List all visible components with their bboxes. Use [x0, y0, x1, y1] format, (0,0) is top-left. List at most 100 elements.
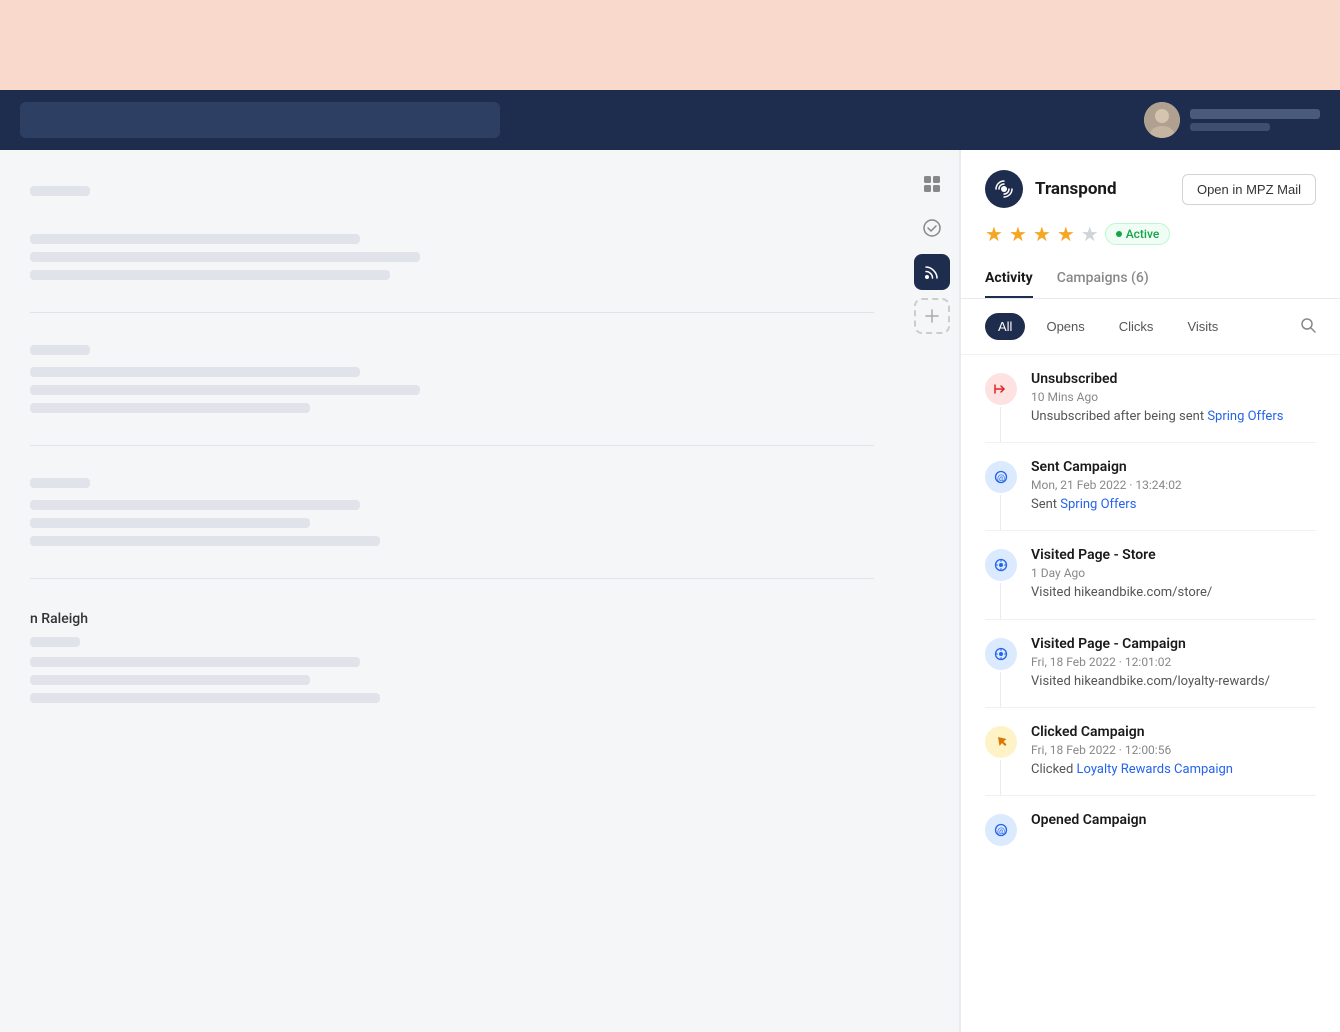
activity-time: 1 Day Ago: [1031, 566, 1316, 580]
activity-icon-wrap-sent: @: [985, 459, 1017, 514]
skeleton-line: [30, 500, 360, 510]
tabs-row: Activity Campaigns (6): [985, 260, 1316, 298]
contact-detail-panel: Transpond Open in MPZ Mail ★ ★ ★ ★ ★ Act…: [960, 150, 1340, 1032]
activity-title: Clicked Campaign: [1031, 724, 1316, 740]
activity-link-spring-offers-1[interactable]: Spring Offers: [1207, 409, 1283, 424]
star-4[interactable]: ★: [1057, 222, 1075, 246]
unsubscribe-icon: [985, 373, 1017, 405]
divider: [30, 578, 874, 579]
skeleton-line: [30, 234, 360, 244]
activity-item-visited-campaign: Visited Page - Campaign Fri, 18 Feb 2022…: [985, 620, 1316, 708]
sidebar-icon-add[interactable]: [914, 298, 950, 334]
activity-icon-wrap-visited-store: [985, 547, 1017, 602]
skeleton-line: [30, 345, 90, 355]
sidebar-icon-rss[interactable]: [914, 254, 950, 290]
status-badge: Active: [1105, 223, 1171, 245]
activity-content-visited-campaign: Visited Page - Campaign Fri, 18 Feb 2022…: [1031, 636, 1316, 691]
contact-name: Transpond: [1035, 179, 1117, 199]
skeleton-line: [30, 657, 360, 667]
open-icon: @: [985, 814, 1017, 846]
activity-icon-wrap-visited-campaign: [985, 636, 1017, 691]
visit-store-icon: [985, 549, 1017, 581]
activity-item-visited-store: Visited Page - Store 1 Day Ago Visited h…: [985, 531, 1316, 619]
sidebar-icon-check[interactable]: [914, 210, 950, 246]
activity-time: Mon, 21 Feb 2022 · 13:24:02: [1031, 478, 1316, 492]
skeleton-line: [30, 385, 420, 395]
skeleton-line: [30, 252, 420, 262]
activity-time: Fri, 18 Feb 2022 · 12:00:56: [1031, 743, 1316, 757]
activity-list: Unsubscribed 10 Mins Ago Unsubscribed af…: [961, 355, 1340, 1032]
status-dot: [1116, 231, 1122, 237]
contact-top-row: Transpond Open in MPZ Mail: [985, 170, 1316, 208]
activity-title: Visited Page - Store: [1031, 547, 1316, 563]
activity-link-spring-offers-2[interactable]: Spring Offers: [1060, 497, 1136, 512]
skeleton-line: [30, 186, 90, 196]
activity-time: Fri, 18 Feb 2022 · 12:01:02: [1031, 655, 1316, 669]
activity-item-clicked-campaign: Clicked Campaign Fri, 18 Feb 2022 · 12:0…: [985, 708, 1316, 796]
skeleton-group-2: [30, 335, 874, 423]
activity-desc: Visited hikeandbike.com/loyalty-rewards/: [1031, 673, 1316, 691]
activity-title: Visited Page - Campaign: [1031, 636, 1316, 652]
activity-content-clicked: Clicked Campaign Fri, 18 Feb 2022 · 12:0…: [1031, 724, 1316, 779]
skeleton-group-3: [30, 468, 874, 556]
filter-opens-button[interactable]: Opens: [1033, 313, 1097, 340]
activity-desc: Clicked Loyalty Rewards Campaign: [1031, 761, 1316, 779]
filter-visits-button[interactable]: Visits: [1174, 313, 1231, 340]
skeleton-section-1: [30, 170, 874, 212]
nav-search-bar[interactable]: [20, 102, 500, 138]
status-label: Active: [1126, 227, 1160, 241]
skeleton-line: [30, 693, 380, 703]
avatar[interactable]: [1144, 102, 1180, 138]
star-1[interactable]: ★: [985, 222, 1003, 246]
open-in-mpz-button[interactable]: Open in MPZ Mail: [1182, 174, 1316, 205]
skeleton-line: [30, 675, 310, 685]
divider: [30, 445, 874, 446]
timeline-line: [1000, 407, 1001, 442]
star-2[interactable]: ★: [1009, 222, 1027, 246]
activity-content-unsubscribed: Unsubscribed 10 Mins Ago Unsubscribed af…: [1031, 371, 1316, 426]
activity-content-sent: Sent Campaign Mon, 21 Feb 2022 · 13:24:0…: [1031, 459, 1316, 514]
user-info: [1190, 109, 1320, 131]
nav-user-area: [1144, 102, 1320, 138]
filter-clicks-button[interactable]: Clicks: [1106, 313, 1167, 340]
skeleton-line: [30, 478, 90, 488]
activity-icon-wrap-opened: @: [985, 812, 1017, 846]
activity-filters: All Opens Clicks Visits: [961, 299, 1340, 355]
contact-logo: [985, 170, 1023, 208]
send-icon: @: [985, 461, 1017, 493]
activity-link-loyalty-rewards[interactable]: Loyalty Rewards Campaign: [1077, 762, 1233, 777]
activity-item-opened-campaign: @ Opened Campaign: [985, 796, 1316, 862]
nav-bar: [0, 90, 1340, 150]
activity-icon-wrap-unsubscribed: [985, 371, 1017, 426]
skeleton-group-1: [30, 224, 874, 290]
activity-icon-wrap-clicked: [985, 724, 1017, 779]
tab-activity[interactable]: Activity: [985, 260, 1033, 298]
visit-campaign-icon: [985, 638, 1017, 670]
click-icon: [985, 726, 1017, 758]
filter-all-button[interactable]: All: [985, 313, 1025, 340]
contact-header: Transpond Open in MPZ Mail ★ ★ ★ ★ ★ Act…: [961, 150, 1340, 299]
activity-title: Sent Campaign: [1031, 459, 1316, 475]
activity-title: Unsubscribed: [1031, 371, 1316, 387]
stars-row: ★ ★ ★ ★ ★ Active: [985, 222, 1316, 246]
search-icon[interactable]: [1300, 317, 1316, 337]
activity-desc: Unsubscribed after being sent Spring Off…: [1031, 408, 1316, 426]
main-area: n Raleigh: [0, 150, 1340, 1032]
skeleton-line: [30, 367, 360, 377]
svg-text:@: @: [997, 474, 1005, 484]
star-5[interactable]: ★: [1081, 222, 1099, 246]
activity-title: Opened Campaign: [1031, 812, 1316, 828]
skeleton-line: [30, 518, 310, 528]
skeleton-line: [30, 403, 310, 413]
contact-name-row: Transpond: [985, 170, 1117, 208]
divider: [30, 312, 874, 313]
contact-raleigh-section: n Raleigh: [30, 601, 874, 713]
activity-content-opened: Opened Campaign: [1031, 812, 1316, 846]
skeleton-line: [30, 536, 380, 546]
star-3[interactable]: ★: [1033, 222, 1051, 246]
activity-desc: Sent Spring Offers: [1031, 496, 1316, 514]
sidebar-icon-grid[interactable]: [914, 166, 950, 202]
user-name-skeleton: [1190, 109, 1320, 119]
activity-desc: Visited hikeandbike.com/store/: [1031, 584, 1316, 602]
tab-campaigns[interactable]: Campaigns (6): [1057, 260, 1149, 298]
